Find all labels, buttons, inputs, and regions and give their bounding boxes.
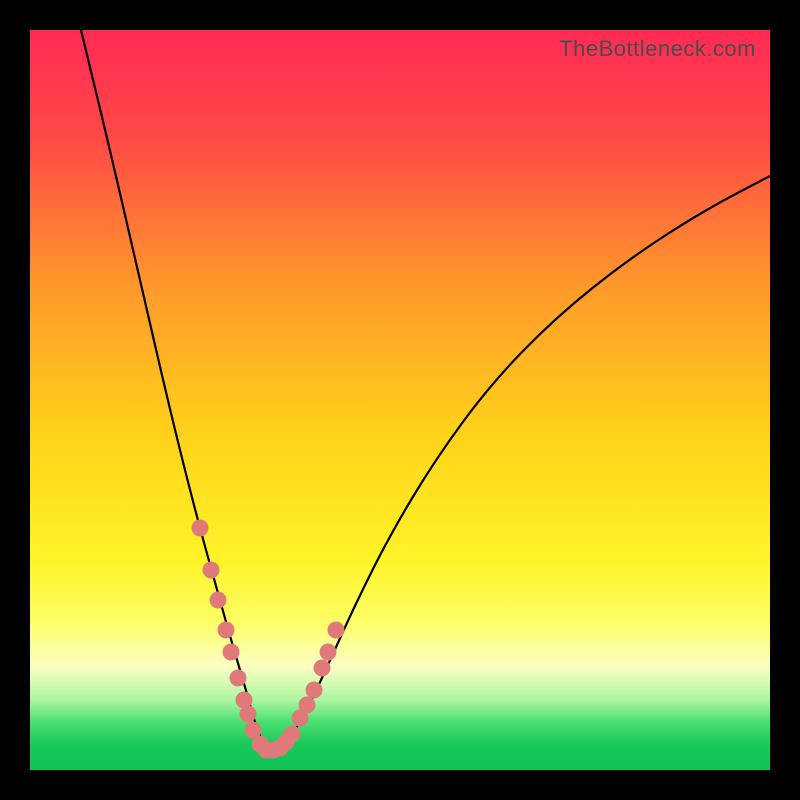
highlight-dot <box>328 622 345 639</box>
background-gradient <box>30 30 770 770</box>
watermark-text: TheBottleneck.com <box>559 36 756 62</box>
highlight-dot <box>320 644 337 661</box>
highlight-dot <box>192 520 209 537</box>
plot-frame: TheBottleneck.com <box>30 30 770 770</box>
highlight-dot <box>203 562 220 579</box>
highlight-dot <box>230 670 247 687</box>
highlight-dot <box>240 706 257 723</box>
highlight-dot <box>314 660 331 677</box>
highlight-dot <box>218 622 235 639</box>
highlight-dot <box>284 726 301 743</box>
highlight-dot <box>223 644 240 661</box>
highlight-dot <box>306 682 323 699</box>
plot-svg <box>30 30 770 770</box>
highlight-dot <box>210 592 227 609</box>
highlight-dot <box>299 697 316 714</box>
